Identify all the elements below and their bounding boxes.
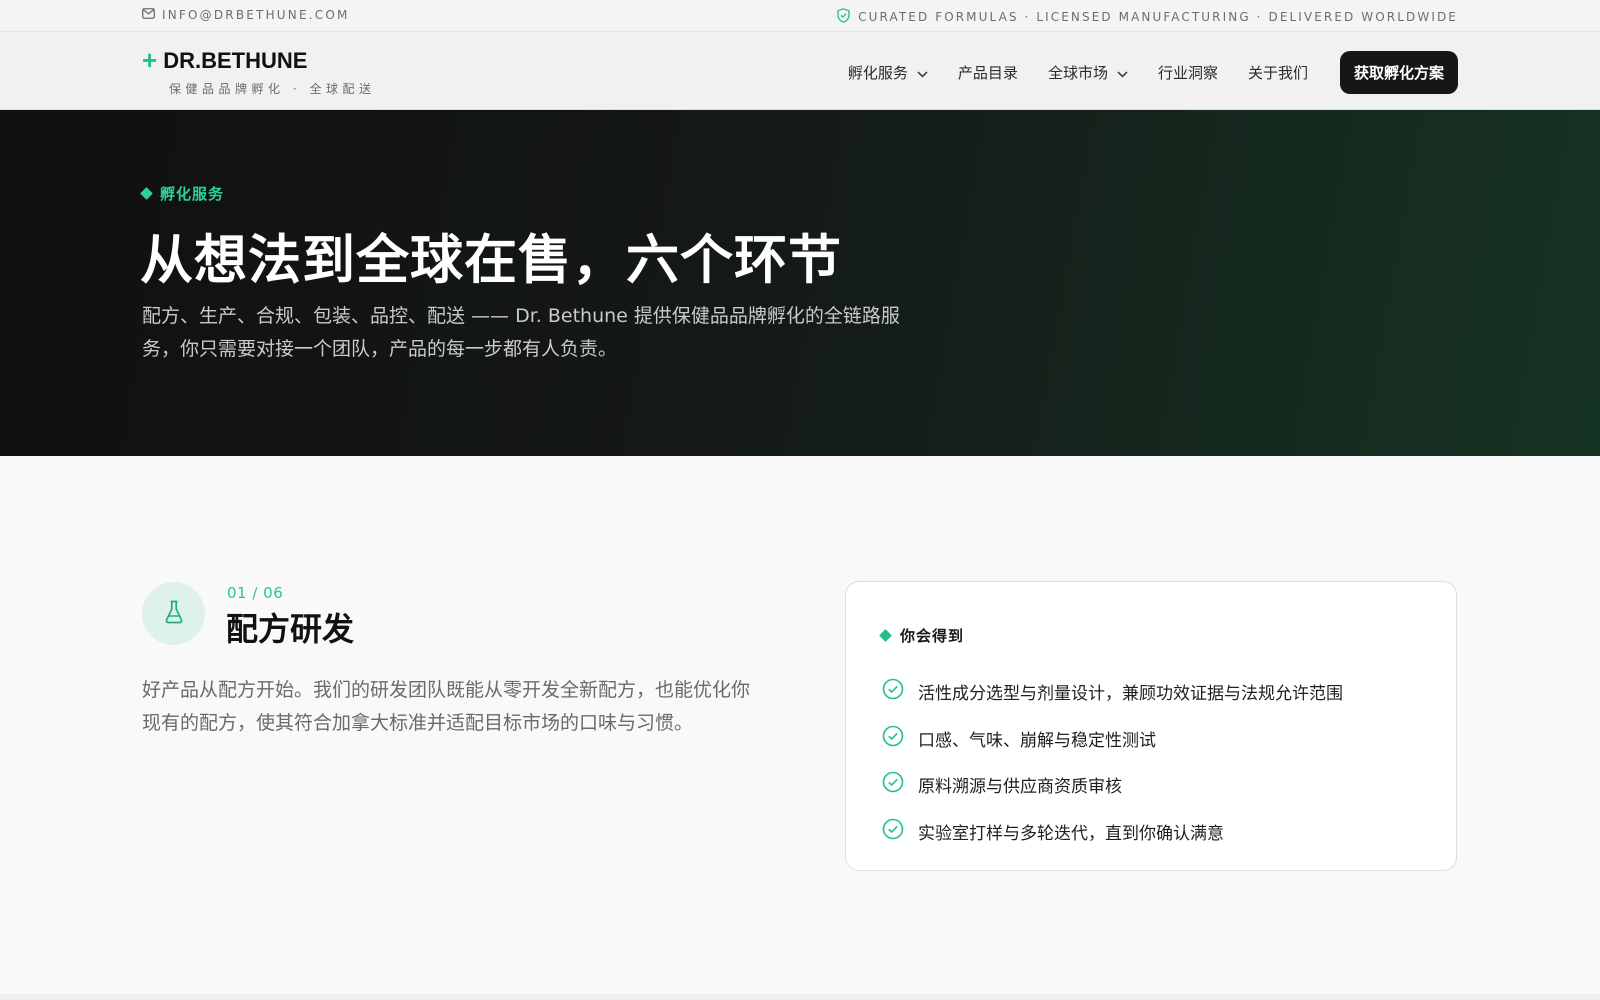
nav-item-insights[interactable]: 行业洞察 — [1158, 62, 1218, 83]
deliverables-list: 活性成分选型与剂量设计，兼顾功效证据与法规允许范围 口感、气味、崩解与稳定性测试… — [882, 668, 1343, 855]
logo-name: DR.BETHUNE — [163, 48, 308, 73]
top-utility-bar: INFO@DRBETHUNE.COM CURATED FORMULAS · LI… — [0, 0, 1600, 32]
hero-section: 孵化服务 从想法到全球在售，六个环节 配方、生产、合规、包装、品控、配送 —— … — [0, 110, 1600, 456]
contact-email-text: INFO@DRBETHUNE.COM — [162, 8, 350, 22]
deliverable-text: 实验室打样与多轮迭代，直到你确认满意 — [918, 823, 1224, 844]
hero-eyebrow-text: 孵化服务 — [160, 185, 225, 203]
brand-tagline: CURATED FORMULAS · LICENSED MANUFACTURIN… — [837, 8, 1458, 26]
check-circle-icon — [882, 678, 904, 705]
deliverables-card: 你会得到 活性成分选型与剂量设计，兼顾功效证据与法规允许范围 口感、气味、崩解与… — [845, 581, 1457, 871]
nav-item-label: 孵化服务 — [847, 64, 908, 82]
chevron-down-icon — [917, 64, 928, 82]
nav-item-incubation[interactable]: 孵化服务 — [848, 62, 928, 83]
deliverable-item: 口感、气味、崩解与稳定性测试 — [882, 715, 1343, 762]
plus-icon: + — [142, 44, 158, 75]
check-circle-icon — [882, 818, 904, 845]
main-navbar: + DR.BETHUNE 保健品品牌孵化 · 全球配送 孵化服务 产品目录 全球… — [0, 32, 1600, 110]
hero-title: 从想法到全球在售，六个环节 — [140, 230, 842, 291]
site-logo[interactable]: + DR.BETHUNE 保健品品牌孵化 · 全球配送 — [142, 44, 376, 97]
nav-item-label: 产品目录 — [957, 64, 1018, 82]
nav-item-label: 关于我们 — [1247, 64, 1308, 82]
nav-item-label: 全球市场 — [1047, 64, 1108, 82]
chevron-down-icon — [1117, 64, 1128, 82]
nav-item-catalog[interactable]: 产品目录 — [958, 62, 1018, 83]
check-circle-icon — [882, 771, 904, 798]
mail-icon — [142, 8, 155, 22]
nav-item-label: 行业洞察 — [1157, 64, 1218, 82]
logo-subtitle: 保健品品牌孵化 · 全球配送 — [169, 82, 376, 96]
step-description: 好产品从配方开始。我们的研发团队既能从零开发全新配方，也能优化你现有的配方，使其… — [142, 679, 751, 734]
hero-eyebrow: 孵化服务 — [140, 183, 225, 204]
diamond-icon — [140, 187, 153, 200]
shield-check-icon — [837, 8, 850, 26]
step-title: 配方研发 — [226, 610, 355, 648]
nav-item-about[interactable]: 关于我们 — [1248, 62, 1308, 83]
deliverable-text: 口感、气味、崩解与稳定性测试 — [918, 730, 1156, 751]
deliverable-text: 活性成分选型与剂量设计，兼顾功效证据与法规允许范围 — [918, 683, 1343, 704]
deliverable-item: 原料溯源与供应商资质审核 — [882, 761, 1343, 808]
deliverables-title-text: 你会得到 — [900, 627, 965, 645]
step-counter: 01 / 06 — [227, 584, 284, 602]
deliverable-item: 活性成分选型与剂量设计，兼顾功效证据与法规允许范围 — [882, 668, 1343, 715]
step-icon-badge — [142, 582, 205, 645]
deliverables-title: 你会得到 — [879, 625, 965, 646]
nav-menu: 孵化服务 产品目录 全球市场 行业洞察 关于我们 获取孵化方案 — [848, 51, 1458, 94]
section-divider — [0, 994, 1600, 1000]
contact-email[interactable]: INFO@DRBETHUNE.COM — [142, 8, 350, 22]
hero-description: 配方、生产、合规、包装、品控、配送 —— Dr. Bethune 提供保健品品牌… — [142, 305, 900, 360]
brand-tagline-text: CURATED FORMULAS · LICENSED MANUFACTURIN… — [858, 10, 1458, 24]
nav-item-markets[interactable]: 全球市场 — [1048, 62, 1128, 83]
deliverable-item: 实验室打样与多轮迭代，直到你确认满意 — [882, 808, 1343, 855]
deliverable-text: 原料溯源与供应商资质审核 — [918, 777, 1122, 798]
get-plan-button[interactable]: 获取孵化方案 — [1339, 51, 1458, 94]
check-circle-icon — [882, 725, 904, 752]
flask-icon — [164, 600, 184, 628]
diamond-icon — [879, 629, 892, 642]
